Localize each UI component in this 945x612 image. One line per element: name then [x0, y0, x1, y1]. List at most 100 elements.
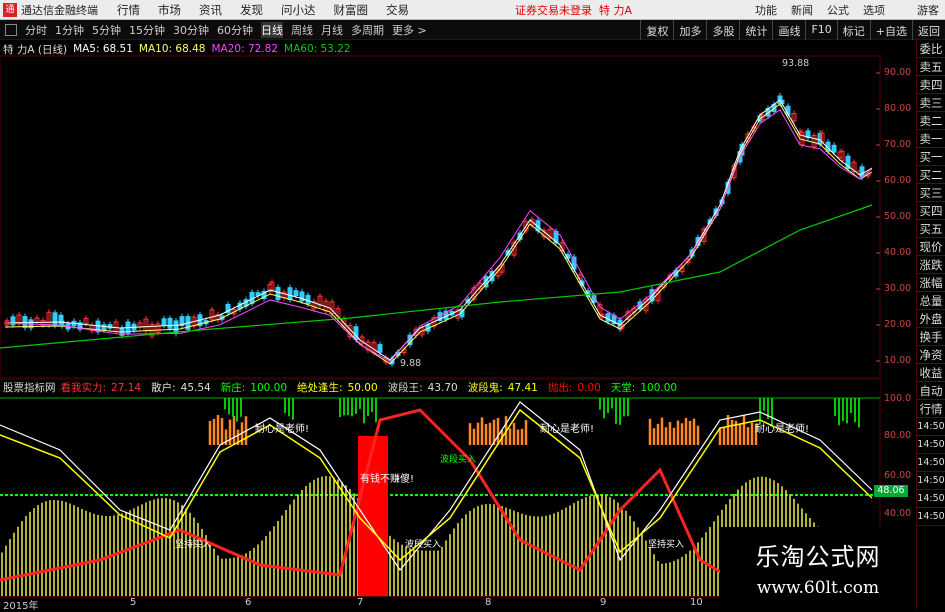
period-timeshare[interactable]: 分时: [25, 22, 47, 38]
menu-function[interactable]: 功能: [755, 2, 777, 18]
rp-item[interactable]: 换手: [917, 328, 945, 346]
sub-annotation: 坚持买入: [648, 537, 684, 550]
period-toolbar: 分时 1分钟 5分钟 15分钟 30分钟 60分钟 日线 周线 月线 多周期 更…: [0, 20, 945, 40]
btn-back[interactable]: 返回: [912, 20, 945, 40]
period-monthly[interactable]: 月线: [321, 22, 343, 38]
sub-annotation: 耐心是老师!: [255, 420, 309, 435]
y-tick: 90.00: [884, 67, 911, 78]
rp-item[interactable]: 卖三: [917, 94, 945, 112]
sub-red-block: [358, 436, 388, 596]
rp-item[interactable]: 涨跌: [917, 256, 945, 274]
sub-annotation: 有钱不赚傻!: [360, 470, 414, 485]
menu-guest[interactable]: 游客: [917, 2, 939, 18]
right-panel: 委比 卖五 卖四 卖三 卖二 卖一 买一 买二 买三 买四 买五 现价 涨跌 涨…: [916, 40, 945, 609]
sub-item: 绝处逢生: 50.00: [297, 380, 383, 395]
period-daily[interactable]: 日线: [261, 22, 283, 38]
menu-market[interactable]: 市场: [158, 2, 181, 18]
date-tick: 8: [485, 597, 491, 608]
sub-annotation: 耐心是老师!: [755, 420, 809, 435]
period-15min[interactable]: 15分钟: [129, 22, 165, 38]
rp-time: 14:50: [917, 454, 945, 472]
rp-item[interactable]: 买三: [917, 184, 945, 202]
menu-wealth[interactable]: 财富圈: [334, 2, 369, 18]
y-tick: 50.00: [884, 211, 911, 222]
btn-multi-stock[interactable]: 多股: [706, 20, 739, 40]
btn-f10[interactable]: F10: [805, 20, 836, 40]
rp-item[interactable]: 现价: [917, 238, 945, 256]
btn-add[interactable]: 加多: [673, 20, 706, 40]
btn-draw[interactable]: 画线: [772, 20, 805, 40]
candle-body: [306, 295, 310, 303]
sub-item: 看我实力: 27.14: [61, 380, 147, 395]
main-candles: [5, 93, 870, 367]
sub-item: 抛出: 0.00: [548, 380, 606, 395]
rp-item[interactable]: 自动: [917, 382, 945, 400]
sub-indicator-row: 股票指标网 看我实力: 27.14 散户: 45.54 新庄: 100.00 绝处逢生…: [0, 380, 880, 394]
sub-annotation: 波段买入: [440, 452, 476, 465]
period-multi[interactable]: 多周期: [351, 22, 384, 38]
date-axis: 2015年 5 6 7 8 9 10: [0, 596, 720, 609]
date-tick: 10: [690, 597, 703, 608]
candle-body: [162, 319, 166, 326]
candle-body: [23, 317, 27, 328]
grid-icon[interactable]: [5, 24, 17, 36]
menu-news[interactable]: 资讯: [199, 2, 222, 18]
candle-body: [288, 288, 292, 300]
rp-item[interactable]: 涨幅: [917, 274, 945, 292]
menu-ask[interactable]: 问小达: [281, 2, 316, 18]
btn-mark[interactable]: 标记: [837, 20, 870, 40]
app-logo-icon: 通: [3, 3, 17, 17]
rp-item[interactable]: 净资: [917, 346, 945, 364]
sub-item: 天堂: 100.00: [611, 380, 682, 395]
rp-item[interactable]: 收益: [917, 364, 945, 382]
rp-item[interactable]: 总量: [917, 292, 945, 310]
sub-annotation: 波段买入: [405, 537, 441, 550]
rp-time: 14:50: [917, 418, 945, 436]
menu-news-top[interactable]: 新闻: [791, 2, 813, 18]
rp-item[interactable]: 买五: [917, 220, 945, 238]
sub-y-tick: 100.0: [884, 393, 911, 404]
period-more[interactable]: 更多 >: [392, 22, 427, 38]
sub-item: 新庄: 100.00: [221, 380, 292, 395]
menu-trade[interactable]: 交易: [386, 2, 409, 18]
y-tick: 30.00: [884, 283, 911, 294]
low-price-label: 9.88: [400, 358, 421, 369]
sub-annotation: 耐心是老师!: [540, 420, 594, 435]
date-tick: 9: [600, 597, 606, 608]
rp-item[interactable]: 行情: [917, 400, 945, 418]
menu-quotes[interactable]: 行情: [117, 2, 140, 18]
btn-add-watch[interactable]: +自选: [870, 20, 912, 40]
chart-area[interactable]: [0, 40, 916, 596]
rp-item[interactable]: 卖一: [917, 130, 945, 148]
menu-options[interactable]: 选项: [863, 2, 885, 18]
y-tick: 20.00: [884, 319, 911, 330]
rp-time: 14:50: [917, 490, 945, 508]
menu-discover[interactable]: 发现: [240, 2, 263, 18]
rp-item[interactable]: 买一: [917, 148, 945, 166]
rp-time: 14:50: [917, 508, 945, 526]
rp-item[interactable]: 买四: [917, 202, 945, 220]
y-tick: 80.00: [884, 103, 911, 114]
rp-item[interactable]: 外盘: [917, 310, 945, 328]
period-60min[interactable]: 60分钟: [217, 22, 253, 38]
btn-adjust[interactable]: 复权: [640, 20, 673, 40]
candle-body: [294, 291, 298, 296]
menu-formula[interactable]: 公式: [827, 2, 849, 18]
rp-item[interactable]: 卖二: [917, 112, 945, 130]
high-price-label: 93.88: [782, 58, 809, 69]
y-tick: 10.00: [884, 355, 911, 366]
sub-y-tick: 40.00: [884, 508, 911, 519]
app-title: 通达信金融终端: [21, 2, 98, 18]
period-weekly[interactable]: 周线: [291, 22, 313, 38]
period-30min[interactable]: 30分钟: [173, 22, 209, 38]
rp-item[interactable]: 卖五: [917, 58, 945, 76]
period-5min[interactable]: 5分钟: [92, 22, 121, 38]
rp-item[interactable]: 买二: [917, 166, 945, 184]
rp-time: 14:50: [917, 436, 945, 454]
rp-item[interactable]: 委比: [917, 40, 945, 58]
candle-body: [53, 313, 57, 326]
y-tick: 70.00: [884, 139, 911, 150]
btn-stats[interactable]: 统计: [739, 20, 772, 40]
rp-item[interactable]: 卖四: [917, 76, 945, 94]
period-1min[interactable]: 1分钟: [55, 22, 84, 38]
